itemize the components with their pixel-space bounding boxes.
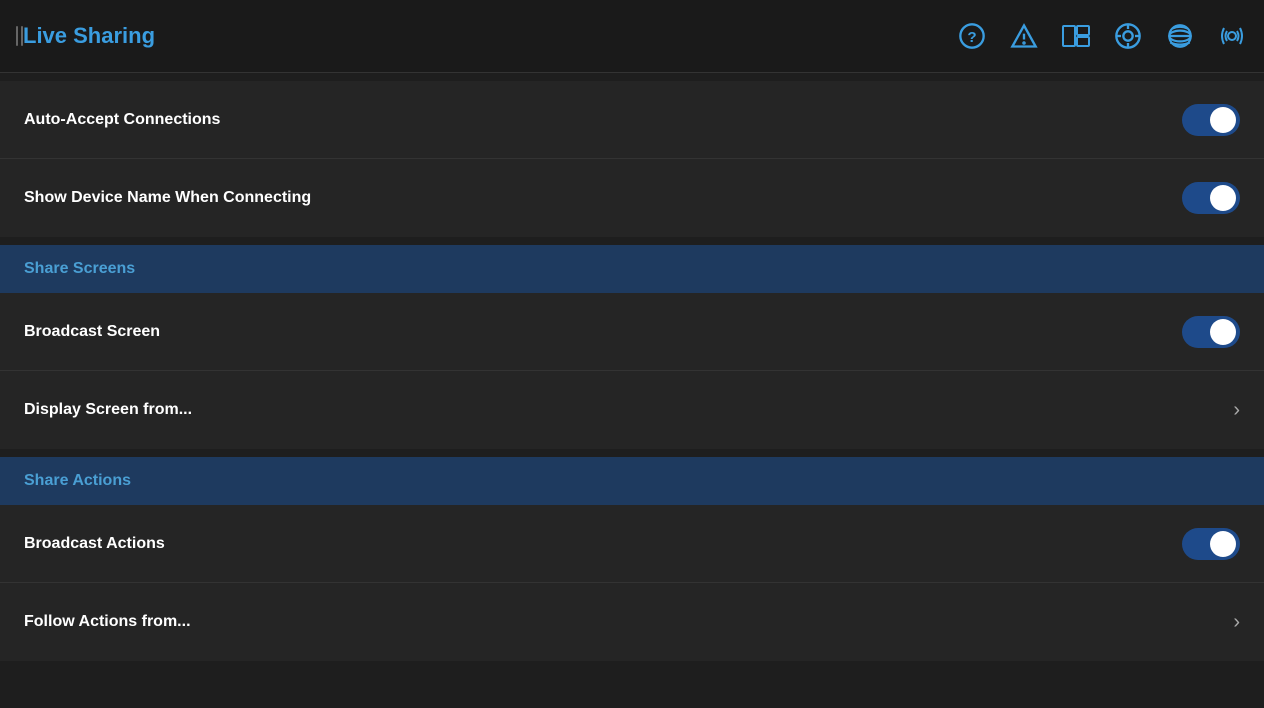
broadcast-screen-label: Broadcast Screen [24,323,160,341]
page-title: Live Sharing [23,23,956,49]
share-actions-section-header: Share Actions [0,457,1264,505]
broadcast-actions-row: Broadcast Actions [0,505,1264,583]
auto-accept-toggle[interactable] [1182,104,1240,136]
drag-handle[interactable] [16,26,23,46]
auto-accept-label: Auto-Accept Connections [24,111,220,129]
live-icon[interactable] [1216,20,1248,52]
display-screen-label: Display Screen from... [24,401,192,419]
show-device-name-row: Show Device Name When Connecting [0,159,1264,237]
svg-text:?: ? [967,29,976,46]
broadcast-actions-label: Broadcast Actions [24,535,165,553]
broadcast-screen-knob [1210,319,1236,345]
help-icon[interactable]: ? [956,20,988,52]
show-device-name-label: Show Device Name When Connecting [24,189,311,207]
display-screen-chevron: › [1233,399,1240,422]
share-screens-section-header: Share Screens [0,245,1264,293]
follow-actions-label: Follow Actions from... [24,613,191,631]
show-device-name-toggle[interactable] [1182,182,1240,214]
share-screens-label: Share Screens [24,260,135,278]
display-screen-row[interactable]: Display Screen from... › [0,371,1264,449]
broadcast-screen-row: Broadcast Screen [0,293,1264,371]
share-actions-label: Share Actions [24,472,131,490]
show-device-name-knob [1210,185,1236,211]
panel-icon[interactable] [1060,20,1092,52]
auto-accept-knob [1210,107,1236,133]
share-actions-group: Broadcast Actions Follow Actions from...… [0,505,1264,661]
follow-actions-chevron: › [1233,611,1240,634]
share-screens-group: Broadcast Screen Display Screen from... … [0,293,1264,449]
auto-accept-row: Auto-Accept Connections [0,81,1264,159]
broadcast-screen-toggle[interactable] [1182,316,1240,348]
dial-icon[interactable] [1112,20,1144,52]
content: Auto-Accept Connections Show Device Name… [0,81,1264,661]
top-settings-group: Auto-Accept Connections Show Device Name… [0,81,1264,237]
header-icons: ? [956,20,1248,52]
broadcast-actions-knob [1210,531,1236,557]
warning-icon[interactable] [1008,20,1040,52]
header: Live Sharing ? [0,0,1264,73]
follow-actions-row[interactable]: Follow Actions from... › [0,583,1264,661]
remote-icon[interactable] [1164,20,1196,52]
broadcast-actions-toggle[interactable] [1182,528,1240,560]
